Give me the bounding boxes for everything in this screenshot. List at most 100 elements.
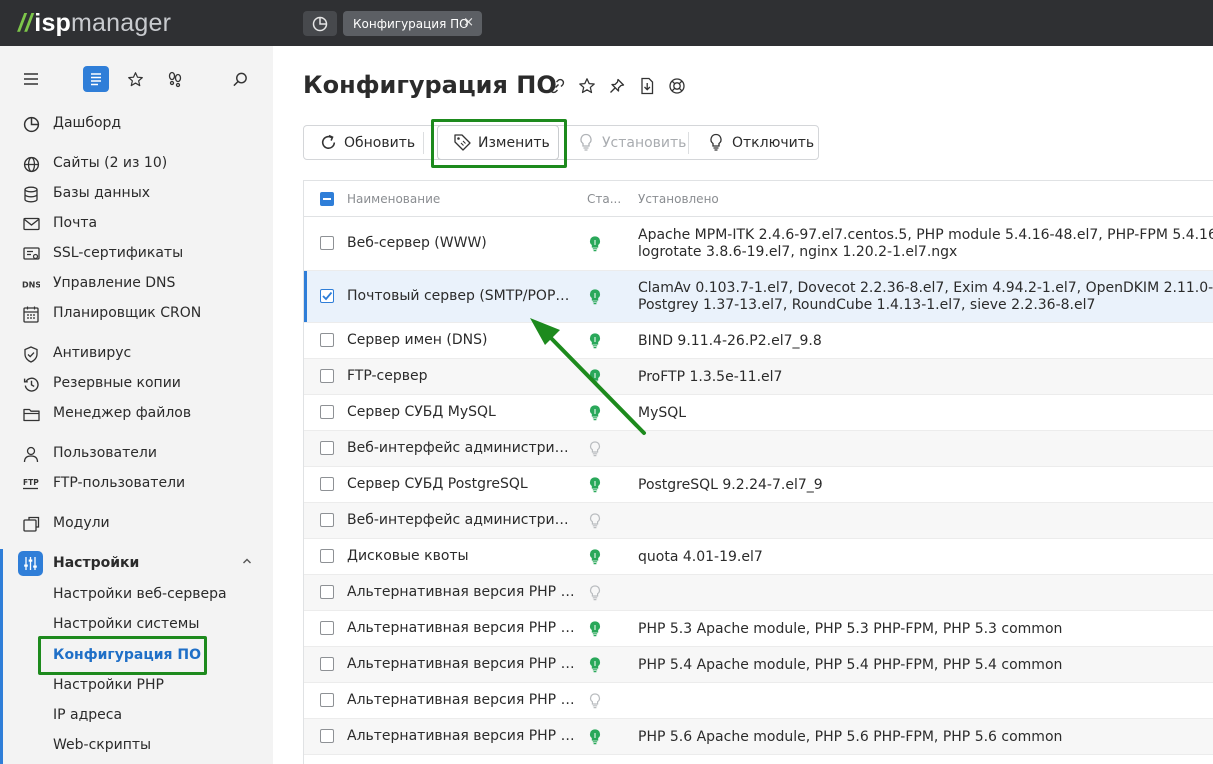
row-name: FTP-сервер <box>347 368 428 384</box>
sidebar-item-dns[interactable]: DNS Управление DNS <box>0 271 273 297</box>
table-row[interactable]: Альтернативная версия PHP 5.5 <box>304 683 1213 719</box>
row-checkbox[interactable] <box>320 289 334 303</box>
sidebar-item-databases[interactable]: Базы данных <box>0 181 273 207</box>
sidebar-item-label: Резервные копии <box>53 375 181 391</box>
sidebar-subitem-web-server-settings[interactable]: Настройки веб-сервера <box>53 586 227 602</box>
search-button[interactable] <box>227 66 253 92</box>
row-installed: Apache MPM-ITK 2.4.6-97.el7.centos.5, PH… <box>638 227 1213 261</box>
sidebar-item-file-manager[interactable]: Менеджер файлов <box>0 401 273 427</box>
table-row[interactable]: Сервер СУБД PostgreSQL PostgreSQL 9.2.24-… <box>304 467 1213 503</box>
star-icon <box>127 71 143 86</box>
row-checkbox[interactable] <box>320 729 334 743</box>
table-row[interactable]: Дисковые квоты quota 4.01-19.el7 <box>304 539 1213 575</box>
open-tab-software-config[interactable]: Конфигурация ПО × <box>343 11 482 36</box>
sidebar-item-backups[interactable]: Резервные копии <box>0 371 273 397</box>
modules-icon <box>22 515 40 533</box>
row-installed: ClamAv 0.103.7-1.el7, Dovecot 2.2.36-8.e… <box>638 280 1213 314</box>
disable-label: Отключить <box>732 134 815 151</box>
active-status-lightbulb-icon <box>589 549 601 565</box>
active-status-lightbulb-icon <box>589 333 601 349</box>
sidebar-subitem-system-settings[interactable]: Настройки системы <box>53 616 199 632</box>
row-installed: PHP 5.6 Apache module, PHP 5.6 PHP-FPM, … <box>638 729 1213 746</box>
row-checkbox[interactable] <box>320 585 334 599</box>
sidebar-item-ssl[interactable]: SSL-сертификаты <box>0 241 273 267</box>
column-header-name[interactable]: Наименование <box>347 192 440 206</box>
menu-view-button[interactable] <box>83 66 109 92</box>
download-icon[interactable] <box>636 76 657 96</box>
refresh-button[interactable]: Обновить <box>318 126 415 159</box>
menu-toggle-button[interactable] <box>18 66 44 92</box>
sidebar-item-label: Почта <box>53 215 98 231</box>
close-icon[interactable]: × <box>463 15 474 30</box>
row-checkbox[interactable] <box>320 657 334 671</box>
table-row[interactable]: Веб-интерфейс администрирования PostgreS… <box>304 503 1213 539</box>
installed-line: Postgrey 1.37-13.el7, RoundCube 1.4.13-1… <box>638 297 1096 313</box>
sidebar-item-antivirus[interactable]: Антивирус <box>0 341 273 367</box>
installed-line: MySQL <box>638 404 687 421</box>
table-row[interactable]: Альтернативная версия PHP 7.0 <box>304 755 1213 764</box>
sidebar-subitem-web-scripts[interactable]: Web-скрипты <box>53 737 151 753</box>
mail-icon <box>22 215 40 233</box>
disable-button[interactable]: Отключить <box>706 126 814 159</box>
sidebar-item-settings[interactable]: Настройки <box>0 551 273 577</box>
row-installed: PostgreSQL 9.2.24-7.el7_9 <box>638 477 1213 494</box>
select-all-checkbox[interactable] <box>320 192 334 206</box>
star-icon[interactable] <box>576 76 597 96</box>
sidebar-item-modules[interactable]: Модули <box>0 511 273 537</box>
chevron-up-icon[interactable] <box>241 555 253 571</box>
history-button[interactable] <box>162 66 188 92</box>
edit-button[interactable]: Изменить <box>437 125 559 160</box>
sidebar-item-cron[interactable]: Планировщик CRON <box>0 301 273 327</box>
sidebar-subitem-ip-addresses[interactable]: IP адреса <box>53 707 122 723</box>
help-lifebuoy-icon[interactable] <box>666 76 687 96</box>
table-row[interactable]: Альтернативная версия PHP 5.4 PHP 5.4 Apa… <box>304 647 1213 683</box>
sidebar-item-label: Антивирус <box>53 345 132 361</box>
table-row[interactable]: Веб-интерфейс администрирования MySQL <box>304 431 1213 467</box>
sidebar-item-label: SSL-сертификаты <box>53 245 184 261</box>
row-checkbox[interactable] <box>320 441 334 455</box>
row-name: Сервер СУБД PostgreSQL <box>347 476 528 492</box>
sidebar-item-users[interactable]: Пользователи <box>0 441 273 467</box>
row-checkbox[interactable] <box>320 405 334 419</box>
row-checkbox[interactable] <box>320 236 334 250</box>
table-row[interactable]: Альтернативная версия PHP 5.3 PHP 5.3 Apa… <box>304 611 1213 647</box>
pin-icon[interactable] <box>606 76 627 96</box>
column-header-installed[interactable]: Установлено <box>638 192 719 206</box>
open-tab-label: Конфигурация ПО <box>353 16 469 31</box>
table-row[interactable]: Сервер имен (DNS) BIND 9.11.4-26.P2.el7_9… <box>304 323 1213 359</box>
lightbulb-icon <box>706 133 726 153</box>
install-button[interactable]: Установить <box>576 126 686 159</box>
row-name: Сервер имен (DNS) <box>347 332 488 348</box>
title-actions <box>546 76 687 96</box>
sidebar-item-ftp-users[interactable]: FTP FTP-пользователи <box>0 471 273 497</box>
row-checkbox[interactable] <box>320 333 334 347</box>
dashboard-tab-button[interactable] <box>303 11 337 36</box>
table-row[interactable]: Почтовый сервер (SMTP/POP3/IMAP) ClamAv 0… <box>304 271 1213 323</box>
column-header-status[interactable]: Ста... <box>587 192 621 206</box>
row-checkbox[interactable] <box>320 549 334 563</box>
table-row[interactable]: Сервер СУБД MySQL MySQL <box>304 395 1213 431</box>
user-icon <box>22 445 40 463</box>
table-header: Наименование Ста... Установлено <box>304 181 1213 217</box>
favorites-button[interactable] <box>122 66 148 92</box>
sidebar-item-sites[interactable]: Сайты (2 из 10) <box>0 151 273 177</box>
app-logo[interactable]: //ispmanager <box>18 9 171 38</box>
install-label: Установить <box>602 134 687 151</box>
row-checkbox[interactable] <box>320 369 334 383</box>
row-checkbox[interactable] <box>320 621 334 635</box>
row-checkbox[interactable] <box>320 513 334 527</box>
table-row[interactable]: Альтернативная версия PHP 5.6 PHP 5.6 Apa… <box>304 719 1213 755</box>
table-row[interactable]: Веб-сервер (WWW) Apache MPM-ITK 2.4.6-97.… <box>304 217 1213 271</box>
table-row[interactable]: Альтернативная версия PHP 5.2 <box>304 575 1213 611</box>
highlight-frame-sidebar <box>38 636 207 675</box>
table-row[interactable]: FTP-сервер ProFTP 1.3.5e-11.el7 <box>304 359 1213 395</box>
active-status-lightbulb-icon <box>589 621 601 637</box>
sidebar-subitem-php-settings[interactable]: Настройки PHP <box>53 677 164 693</box>
row-installed: quota 4.01-19.el7 <box>638 549 1213 566</box>
row-checkbox[interactable] <box>320 477 334 491</box>
row-checkbox[interactable] <box>320 693 334 707</box>
sidebar-item-mail[interactable]: Почта <box>0 211 273 237</box>
link-icon[interactable] <box>546 76 567 96</box>
certificate-icon <box>22 245 40 263</box>
sidebar-item-dashboard[interactable]: Дашборд <box>0 111 273 137</box>
